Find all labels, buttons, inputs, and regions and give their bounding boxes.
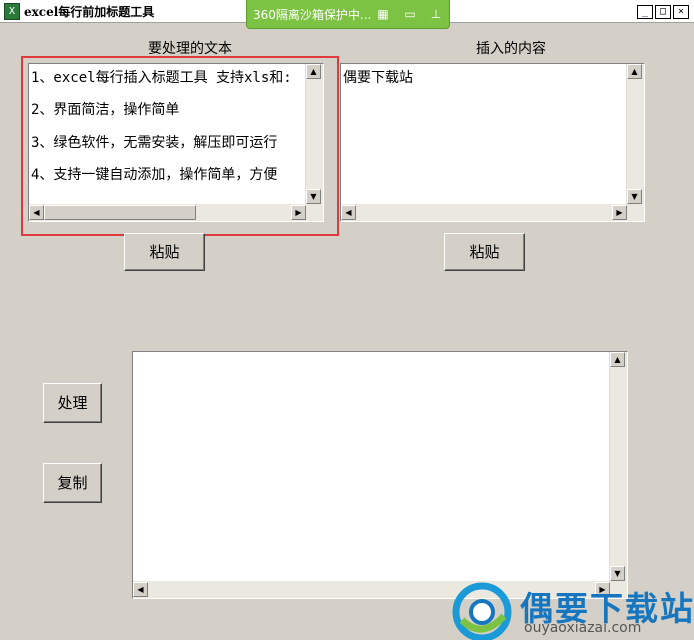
watermark-url: ouyaoxiazai.com xyxy=(524,620,642,636)
minimize-button[interactable]: _ xyxy=(637,5,653,19)
scroll-right-arrow-icon[interactable]: ▶ xyxy=(612,205,627,220)
scroll-down-arrow-icon[interactable]: ▼ xyxy=(610,566,625,581)
source-text-label: 要处理的文本 xyxy=(148,41,232,57)
pin-icon[interactable]: ⊥ xyxy=(428,6,444,22)
close-button[interactable]: × xyxy=(673,5,689,19)
scroll-down-arrow-icon[interactable]: ▼ xyxy=(627,189,642,204)
scroll-left-arrow-icon[interactable]: ◀ xyxy=(341,205,356,220)
window-title: excel每行前加标题工具 xyxy=(24,5,155,19)
highlight-frame xyxy=(21,56,339,236)
sandbox-bar: 360隔离沙箱保护中... ▦ ▭ ⊥ xyxy=(246,0,450,29)
insert-value: 偶要下载站 xyxy=(343,70,413,86)
paste-insert-button[interactable]: 粘贴 xyxy=(444,233,525,271)
ouyao-logo-icon xyxy=(452,582,512,640)
folder-icon[interactable]: ▭ xyxy=(402,6,418,22)
insert-textarea[interactable]: 偶要下载站 ▲ ▼ ◀ ▶ xyxy=(340,63,645,222)
paste-source-button[interactable]: 粘贴 xyxy=(124,233,205,271)
insert-horizontal-scrollbar[interactable]: ◀ ▶ xyxy=(341,204,627,221)
maximize-button[interactable]: □ xyxy=(655,5,671,19)
scroll-up-arrow-icon[interactable]: ▲ xyxy=(627,64,642,79)
scroll-up-arrow-icon[interactable]: ▲ xyxy=(610,352,625,367)
scroll-left-arrow-icon[interactable]: ◀ xyxy=(133,582,148,597)
process-button[interactable]: 处理 xyxy=(43,383,102,423)
sandbox-chip-icon[interactable]: ▦ xyxy=(375,6,391,22)
excel-app-icon: X xyxy=(4,3,20,20)
sandbox-status: 360隔离沙箱保护中... xyxy=(253,8,372,22)
output-vertical-scrollbar[interactable]: ▲ ▼ xyxy=(609,352,627,598)
copy-button[interactable]: 复制 xyxy=(43,463,102,503)
insert-content-label: 插入的内容 xyxy=(476,41,546,57)
output-textarea[interactable]: ▲ ▼ ◀ ▶ xyxy=(132,351,628,599)
insert-vertical-scrollbar[interactable]: ▲ ▼ xyxy=(626,64,644,221)
